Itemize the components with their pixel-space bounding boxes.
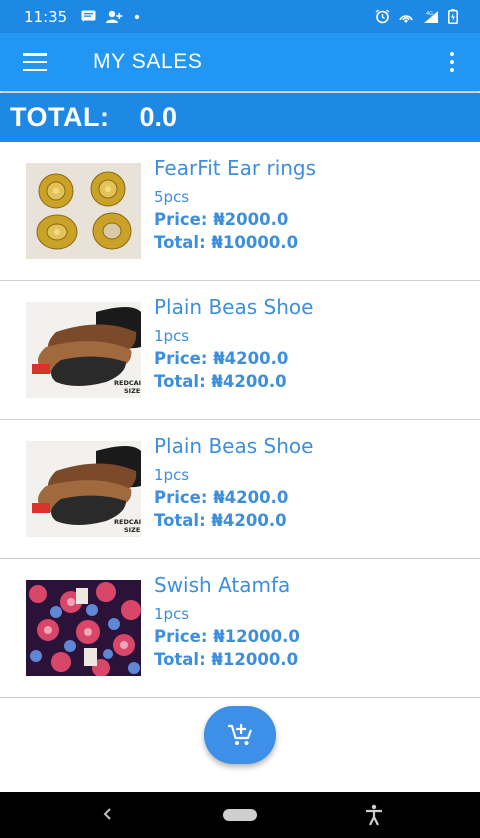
system-navigation-bar xyxy=(0,792,480,838)
svg-text:REDCAI: REDCAI xyxy=(114,379,141,387)
total-label: TOTAL: xyxy=(10,102,110,132)
total-value: 0.0 xyxy=(139,102,178,132)
earrings-image xyxy=(26,163,141,259)
status-bar: 11:35 4G xyxy=(0,0,480,33)
sales-list: FearFit Ear rings 5pcs Price: ₦2000.0 To… xyxy=(0,142,480,698)
item-name: FearFit Ear rings xyxy=(154,156,317,180)
hotspot-icon xyxy=(399,14,413,22)
alarm-icon xyxy=(375,9,390,24)
signal-icon: 4G xyxy=(424,10,438,23)
item-total: Total: ₦4200.0 xyxy=(154,372,287,391)
item-name: Plain Beas Shoe xyxy=(154,434,314,458)
menu-icon[interactable] xyxy=(23,53,47,71)
slippers-image: REDCAI SIZE xyxy=(26,441,141,537)
add-to-cart-button[interactable] xyxy=(204,706,276,764)
message-icon xyxy=(81,10,96,22)
item-name: Plain Beas Shoe xyxy=(154,295,314,319)
item-price: Price: ₦4200.0 xyxy=(154,349,289,368)
sale-list-item[interactable]: REDCAI SIZE Plain Beas Shoe 1pcs Price: … xyxy=(0,281,480,420)
item-price: Price: ₦4200.0 xyxy=(154,488,289,507)
more-options-icon[interactable] xyxy=(450,52,456,72)
page-title: MY SALES xyxy=(93,50,203,73)
sale-list-item[interactable]: Swish Atamfa 1pcs Price: ₦12000.0 Total:… xyxy=(0,559,480,698)
fabric-image xyxy=(26,580,141,676)
item-name: Swish Atamfa xyxy=(154,573,291,597)
item-price: Price: ₦2000.0 xyxy=(154,210,289,229)
item-quantity: 1pcs xyxy=(154,327,190,345)
svg-text:SIZE: SIZE xyxy=(124,526,140,534)
svg-text:4G: 4G xyxy=(426,11,433,17)
dot-icon xyxy=(135,14,140,19)
status-time: 11:35 xyxy=(24,7,68,26)
battery-icon xyxy=(448,9,458,24)
total-summary: TOTAL: 0.0 xyxy=(0,93,480,142)
accessibility-icon[interactable] xyxy=(364,804,384,826)
item-quantity: 5pcs xyxy=(154,188,190,206)
back-icon[interactable] xyxy=(100,804,116,824)
home-button[interactable] xyxy=(223,809,257,821)
svg-text:SIZE: SIZE xyxy=(124,387,140,395)
item-total: Total: ₦10000.0 xyxy=(154,233,299,252)
app-bar: MY SALES xyxy=(0,33,480,91)
sale-list-item[interactable]: FearFit Ear rings 5pcs Price: ₦2000.0 To… xyxy=(0,142,480,281)
add-contact-icon xyxy=(106,10,123,23)
item-total: Total: ₦4200.0 xyxy=(154,511,287,530)
sale-list-item[interactable]: REDCAI SIZE Plain Beas Shoe 1pcs Price: … xyxy=(0,420,480,559)
svg-text:REDCAI: REDCAI xyxy=(114,518,141,526)
item-quantity: 1pcs xyxy=(154,466,190,484)
slippers-image: REDCAI SIZE xyxy=(26,302,141,398)
item-quantity: 1pcs xyxy=(154,605,190,623)
add-shopping-cart-icon xyxy=(228,724,253,745)
item-total: Total: ₦12000.0 xyxy=(154,650,299,669)
item-price: Price: ₦12000.0 xyxy=(154,627,300,646)
